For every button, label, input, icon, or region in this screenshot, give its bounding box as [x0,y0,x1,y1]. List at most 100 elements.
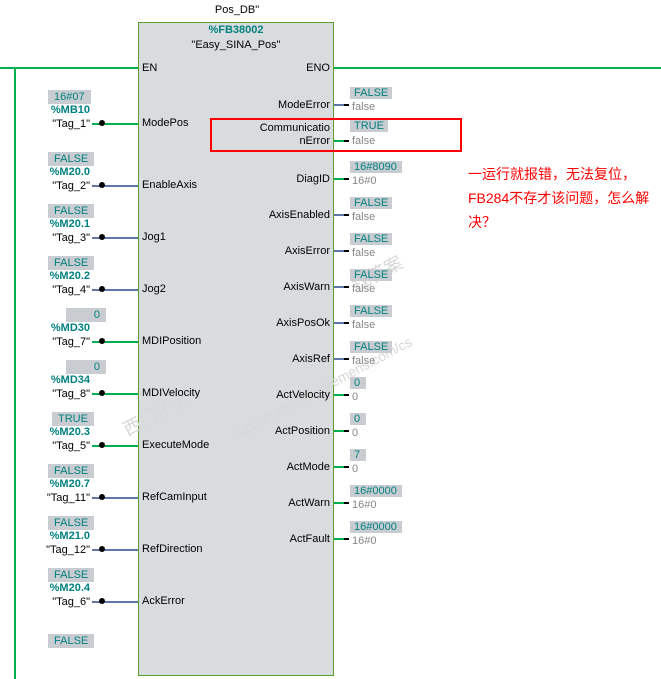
output-chip-7: FALSE [350,341,392,353]
input-tag-9: "Tag_6" [30,596,90,608]
output-pin-2: DiagID [232,173,330,185]
input-dot-7 [99,494,105,500]
input-pin-7: RefCamInput [142,491,207,503]
output-dash-5 [344,286,349,288]
input-chip-8: FALSE [48,516,94,530]
input-chip-5: 0 [66,360,106,374]
input-addr-7: %M20.7 [30,478,90,490]
input-tag-6: "Tag_5" [30,440,90,452]
output-sub-5: false [352,283,375,295]
output-pin-6: AxisPosOk [232,317,330,329]
output-chip-3: FALSE [350,197,392,209]
input-dot-0 [99,120,105,126]
output-dash-4 [344,250,349,252]
input-tag-1: "Tag_2" [30,180,90,192]
input-dot-3 [99,286,105,292]
output-sub-6: false [352,319,375,331]
input-chip-7: FALSE [48,464,94,478]
output-chip-12: 16#0000 [350,521,402,533]
output-chip-9: 0 [350,413,366,425]
output-sub-10: 0 [352,463,358,475]
input-tag-4: "Tag_7" [30,336,90,348]
output-sub-1: false [352,135,375,147]
input-addr-8: %M21.0 [30,530,90,542]
output-pin-0: ModeError [232,99,330,111]
output-dash-7 [344,358,349,360]
output-chip-6: FALSE [350,305,392,317]
output-sub-0: false [352,101,375,113]
output-pin-3: AxisEnabled [232,209,330,221]
input-chip-6: TRUE [52,412,94,426]
output-sub-2: 16#0 [352,175,376,187]
output-chip-0: FALSE [350,87,392,99]
fb-type-name: "Easy_SINA_Pos" [138,38,334,53]
output-dash-3 [344,214,349,216]
input-dot-5 [99,390,105,396]
input-addr-0: %MB10 [30,104,90,116]
eno-label: ENO [306,62,330,74]
output-pin-1b: nError [232,135,330,147]
user-annotation-text: 一运行就报错，无法复位，FB284不存才该问题，怎么解决？ [468,162,658,234]
input-pin-9: AckError [142,595,185,607]
input-addr-2: %M20.1 [30,218,90,230]
input-addr-1: %M20.0 [30,166,90,178]
output-pin-11: ActWarn [232,497,330,509]
output-dash-9 [344,430,349,432]
input-chip-4: 0 [66,308,106,322]
input-dot-8 [99,546,105,552]
input-addr-6: %M20.3 [30,426,90,438]
input-pin-3: Jog2 [142,283,166,295]
output-sub-3: false [352,211,375,223]
input-pin-6: ExecuteMode [142,439,209,451]
input-chip-1: FALSE [48,152,94,166]
power-rail-left-v [14,67,16,679]
output-dash-8 [344,394,349,396]
input-pin-1: EnableAxis [142,179,197,191]
output-chip-4: FALSE [350,233,392,245]
output-chip-2: 16#8090 [350,161,402,173]
input-addr-3: %M20.2 [30,270,90,282]
output-pin-1a: Communicatio [212,122,330,134]
input-pin-2: Jog1 [142,231,166,243]
output-dash-11 [344,502,349,504]
input-tag-5: "Tag_8" [30,388,90,400]
input-chip-0: 16#07 [48,90,91,104]
input-pin-0: ModePos [142,117,188,129]
output-chip-1: TRUE [350,120,388,132]
output-pin-5: AxisWarn [232,281,330,293]
input-tag-3: "Tag_4" [30,284,90,296]
output-dash-2 [344,178,349,180]
output-chip-8: 0 [350,377,366,389]
input-dot-9 [99,598,105,604]
input-pin-8: RefDirection [142,543,203,555]
function-block-header: %FB38002 "Easy_SINA_Pos" [138,22,334,52]
input-tag-2: "Tag_3" [30,232,90,244]
output-sub-4: false [352,247,375,259]
input-dot-6 [99,442,105,448]
output-sub-11: 16#0 [352,499,376,511]
input-tag-8: "Tag_12" [24,544,90,556]
output-chip-11: 16#0000 [350,485,402,497]
output-pin-9: ActPosition [232,425,330,437]
output-chip-10: 7 [350,449,366,461]
output-sub-8: 0 [352,391,358,403]
output-sub-12: 16#0 [352,535,376,547]
input-chip-3: FALSE [48,256,94,270]
power-rail-left [0,67,138,69]
input-dot-4 [99,338,105,344]
output-sub-7: false [352,355,375,367]
input-chip-2: FALSE [48,204,94,218]
input-chip-9: FALSE [48,568,94,582]
input-tag-0: "Tag_1" [30,118,90,130]
output-dash-0 [344,104,349,106]
input-addr-5: %MD34 [30,374,90,386]
input-dot-1 [99,182,105,188]
output-dash-6 [344,322,349,324]
en-label: EN [142,62,157,74]
output-pin-10: ActMode [232,461,330,473]
input-dot-2 [99,234,105,240]
input-pin-5: MDIVelocity [142,387,200,399]
output-pin-8: ActVelocity [232,389,330,401]
output-pin-12: ActFault [232,533,330,545]
input-addr-9: %M20.4 [30,582,90,594]
